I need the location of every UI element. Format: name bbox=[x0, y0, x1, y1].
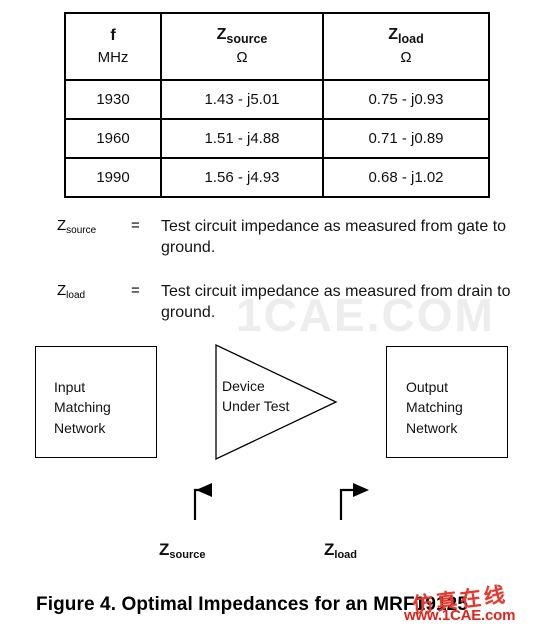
header-unit-mhz: MHz bbox=[97, 48, 129, 66]
table-row: 1930 1.43 - j5.01 0.75 - j0.93 bbox=[64, 79, 490, 120]
cell-z-source: 1.56 - j4.93 bbox=[160, 157, 324, 198]
definition-subscript: source bbox=[66, 225, 97, 236]
table-row: 1990 1.56 - j4.93 0.68 - j1.02 bbox=[64, 157, 490, 198]
definition-equals: = bbox=[131, 217, 140, 234]
z-source-annotation-symbol: Z bbox=[159, 540, 170, 559]
impedance-table: f MHz Zsource Ω Zload Ω 1930 1.43 - j5.0… bbox=[64, 12, 490, 198]
z-load-annotation-symbol: Z bbox=[324, 540, 335, 559]
header-symbol-z-source: Z bbox=[216, 26, 227, 44]
table-header-row: f MHz Zsource Ω Zload Ω bbox=[64, 12, 490, 81]
definition-term-z-source: Zsource bbox=[57, 216, 131, 236]
impedance-reference-arrows bbox=[193, 483, 369, 520]
definition-equals: = bbox=[131, 281, 140, 299]
definition-z-load: Zload = Test circuit impedance as measur… bbox=[57, 281, 517, 324]
definition-symbol: Z bbox=[57, 217, 67, 234]
definition-symbol: Z bbox=[57, 281, 67, 299]
cell-frequency: 1990 bbox=[64, 157, 162, 198]
cell-z-load: 0.75 - j0.93 bbox=[322, 79, 490, 120]
header-subscript-source: source bbox=[226, 32, 268, 47]
cell-frequency: 1930 bbox=[64, 79, 162, 120]
output-matching-network-label: Output Matching Network bbox=[406, 379, 463, 436]
column-header-z-source: Zsource Ω bbox=[160, 12, 324, 81]
column-header-z-load: Zload Ω bbox=[322, 12, 490, 81]
z-source-annotation-subscript: source bbox=[169, 549, 206, 561]
header-symbol-f: f bbox=[110, 27, 116, 45]
cell-z-source: 1.51 - j4.88 bbox=[160, 118, 324, 159]
header-symbol-z-load: Z bbox=[388, 26, 399, 44]
header-unit-ohm-load: Ω bbox=[400, 49, 412, 67]
cell-z-load: 0.71 - j0.89 bbox=[322, 118, 490, 159]
cell-frequency: 1960 bbox=[64, 118, 162, 159]
header-subscript-load: load bbox=[398, 32, 424, 47]
definition-text: Test circuit impedance as measured from … bbox=[161, 218, 507, 257]
z-load-annotation-subscript: load bbox=[334, 549, 358, 561]
z-load-annotation-label: Zload bbox=[324, 540, 358, 561]
z-source-annotation-label: Zsource bbox=[159, 540, 206, 561]
cell-z-load: 0.68 - j1.02 bbox=[322, 157, 490, 198]
z-load-arrow-icon bbox=[339, 483, 369, 520]
definition-list: Zsource = Test circuit impedance as meas… bbox=[57, 216, 517, 345]
definition-z-source: Zsource = Test circuit impedance as meas… bbox=[57, 216, 517, 259]
figure-page: 1CAE.COM f MHz Zsource Ω Zload Ω 1930 1.… bbox=[0, 0, 537, 627]
column-header-frequency: f MHz bbox=[64, 12, 162, 81]
z-source-arrow-icon bbox=[193, 483, 212, 520]
input-matching-network-label: Input Matching Network bbox=[54, 379, 111, 436]
definition-text: Test circuit impedance as measured from … bbox=[161, 282, 511, 321]
header-unit-ohm-source: Ω bbox=[236, 49, 248, 67]
figure-caption: Figure 4. Optimal Impedances for an MRF1… bbox=[36, 594, 469, 615]
table-row: 1960 1.51 - j4.88 0.71 - j0.89 bbox=[64, 118, 490, 159]
definition-term-z-load: Zload bbox=[57, 281, 131, 301]
definition-subscript: load bbox=[66, 289, 86, 301]
device-under-test-label: Device Under Test bbox=[222, 378, 290, 415]
cell-z-source: 1.43 - j5.01 bbox=[160, 79, 324, 120]
block-diagram: Input Matching Network Device Under Test… bbox=[0, 340, 537, 475]
